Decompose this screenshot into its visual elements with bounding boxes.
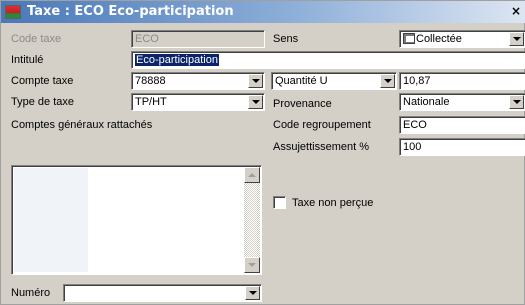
taxe-non-percue-checkbox[interactable] <box>273 196 286 209</box>
quantite-dropdown-button[interactable] <box>380 74 395 88</box>
code-taxe-label: Code taxe <box>11 33 62 45</box>
title-bar[interactable]: Taxe : ECO Eco-participation × <box>1 1 525 23</box>
provenance-label: Provenance <box>273 98 332 110</box>
scroll-down-button[interactable] <box>244 257 260 273</box>
comptes-generaux-list[interactable] <box>11 165 262 275</box>
collect-icon <box>403 33 415 44</box>
intitule-field[interactable]: Eco-participation <box>131 51 525 69</box>
type-taxe-label: Type de taxe <box>11 96 74 108</box>
window-title: Taxe : ECO Eco-participation <box>27 4 234 19</box>
scroll-up-button[interactable] <box>244 167 260 183</box>
type-taxe-dropdown-button[interactable] <box>248 95 263 109</box>
sens-value: Collectée <box>416 33 462 45</box>
compte-taxe-label: Compte taxe <box>11 75 74 87</box>
taxe-non-percue-label: Taxe non perçue <box>292 197 374 209</box>
provenance-value: Nationale <box>403 96 450 108</box>
quantite-value: Quantité U <box>275 75 328 87</box>
assujettissement-label: Assujettissement % <box>273 141 369 153</box>
list-scrollbar[interactable] <box>244 167 260 273</box>
intitule-value: Eco-participation <box>135 54 219 66</box>
code-regroupement-label: Code regroupement <box>273 119 371 131</box>
code-taxe-value: ECO <box>135 33 159 45</box>
code-regroupement-field[interactable]: ECO <box>399 116 525 134</box>
comptes-generaux-label: Comptes généraux rattachés <box>11 119 153 131</box>
numero-dropdown-button[interactable] <box>245 286 260 300</box>
list-column <box>14 168 88 272</box>
numero-select[interactable] <box>63 284 262 302</box>
sens-select[interactable]: Collectée <box>399 30 525 48</box>
quantite-select[interactable]: Quantité U <box>271 72 397 90</box>
provenance-dropdown-button[interactable] <box>509 95 524 109</box>
code-regroupement-value: ECO <box>403 119 427 131</box>
compte-taxe-dropdown-button[interactable] <box>248 74 263 88</box>
type-taxe-select[interactable]: TP/HT <box>131 93 265 111</box>
compte-taxe-value: 78888 <box>135 75 166 87</box>
compte-taxe-select[interactable]: 78888 <box>131 72 265 90</box>
sens-label: Sens <box>273 33 299 45</box>
type-taxe-value: TP/HT <box>135 96 167 108</box>
intitule-label: Intitulé <box>11 54 44 66</box>
sens-dropdown-button[interactable] <box>509 32 524 46</box>
app-icon <box>5 5 21 19</box>
close-button[interactable]: × <box>508 4 524 19</box>
tax-dialog-window: Taxe : ECO Eco-participation × Code taxe… <box>0 0 525 305</box>
provenance-select[interactable]: Nationale <box>399 93 525 111</box>
taux-field[interactable]: 10,87 <box>399 72 525 90</box>
assujettissement-field[interactable]: 100 <box>399 138 525 156</box>
assujettissement-value: 100 <box>403 141 422 153</box>
code-taxe-field: ECO <box>131 30 265 48</box>
numero-label: Numéro <box>11 287 51 299</box>
taux-value: 10,87 <box>403 75 431 87</box>
